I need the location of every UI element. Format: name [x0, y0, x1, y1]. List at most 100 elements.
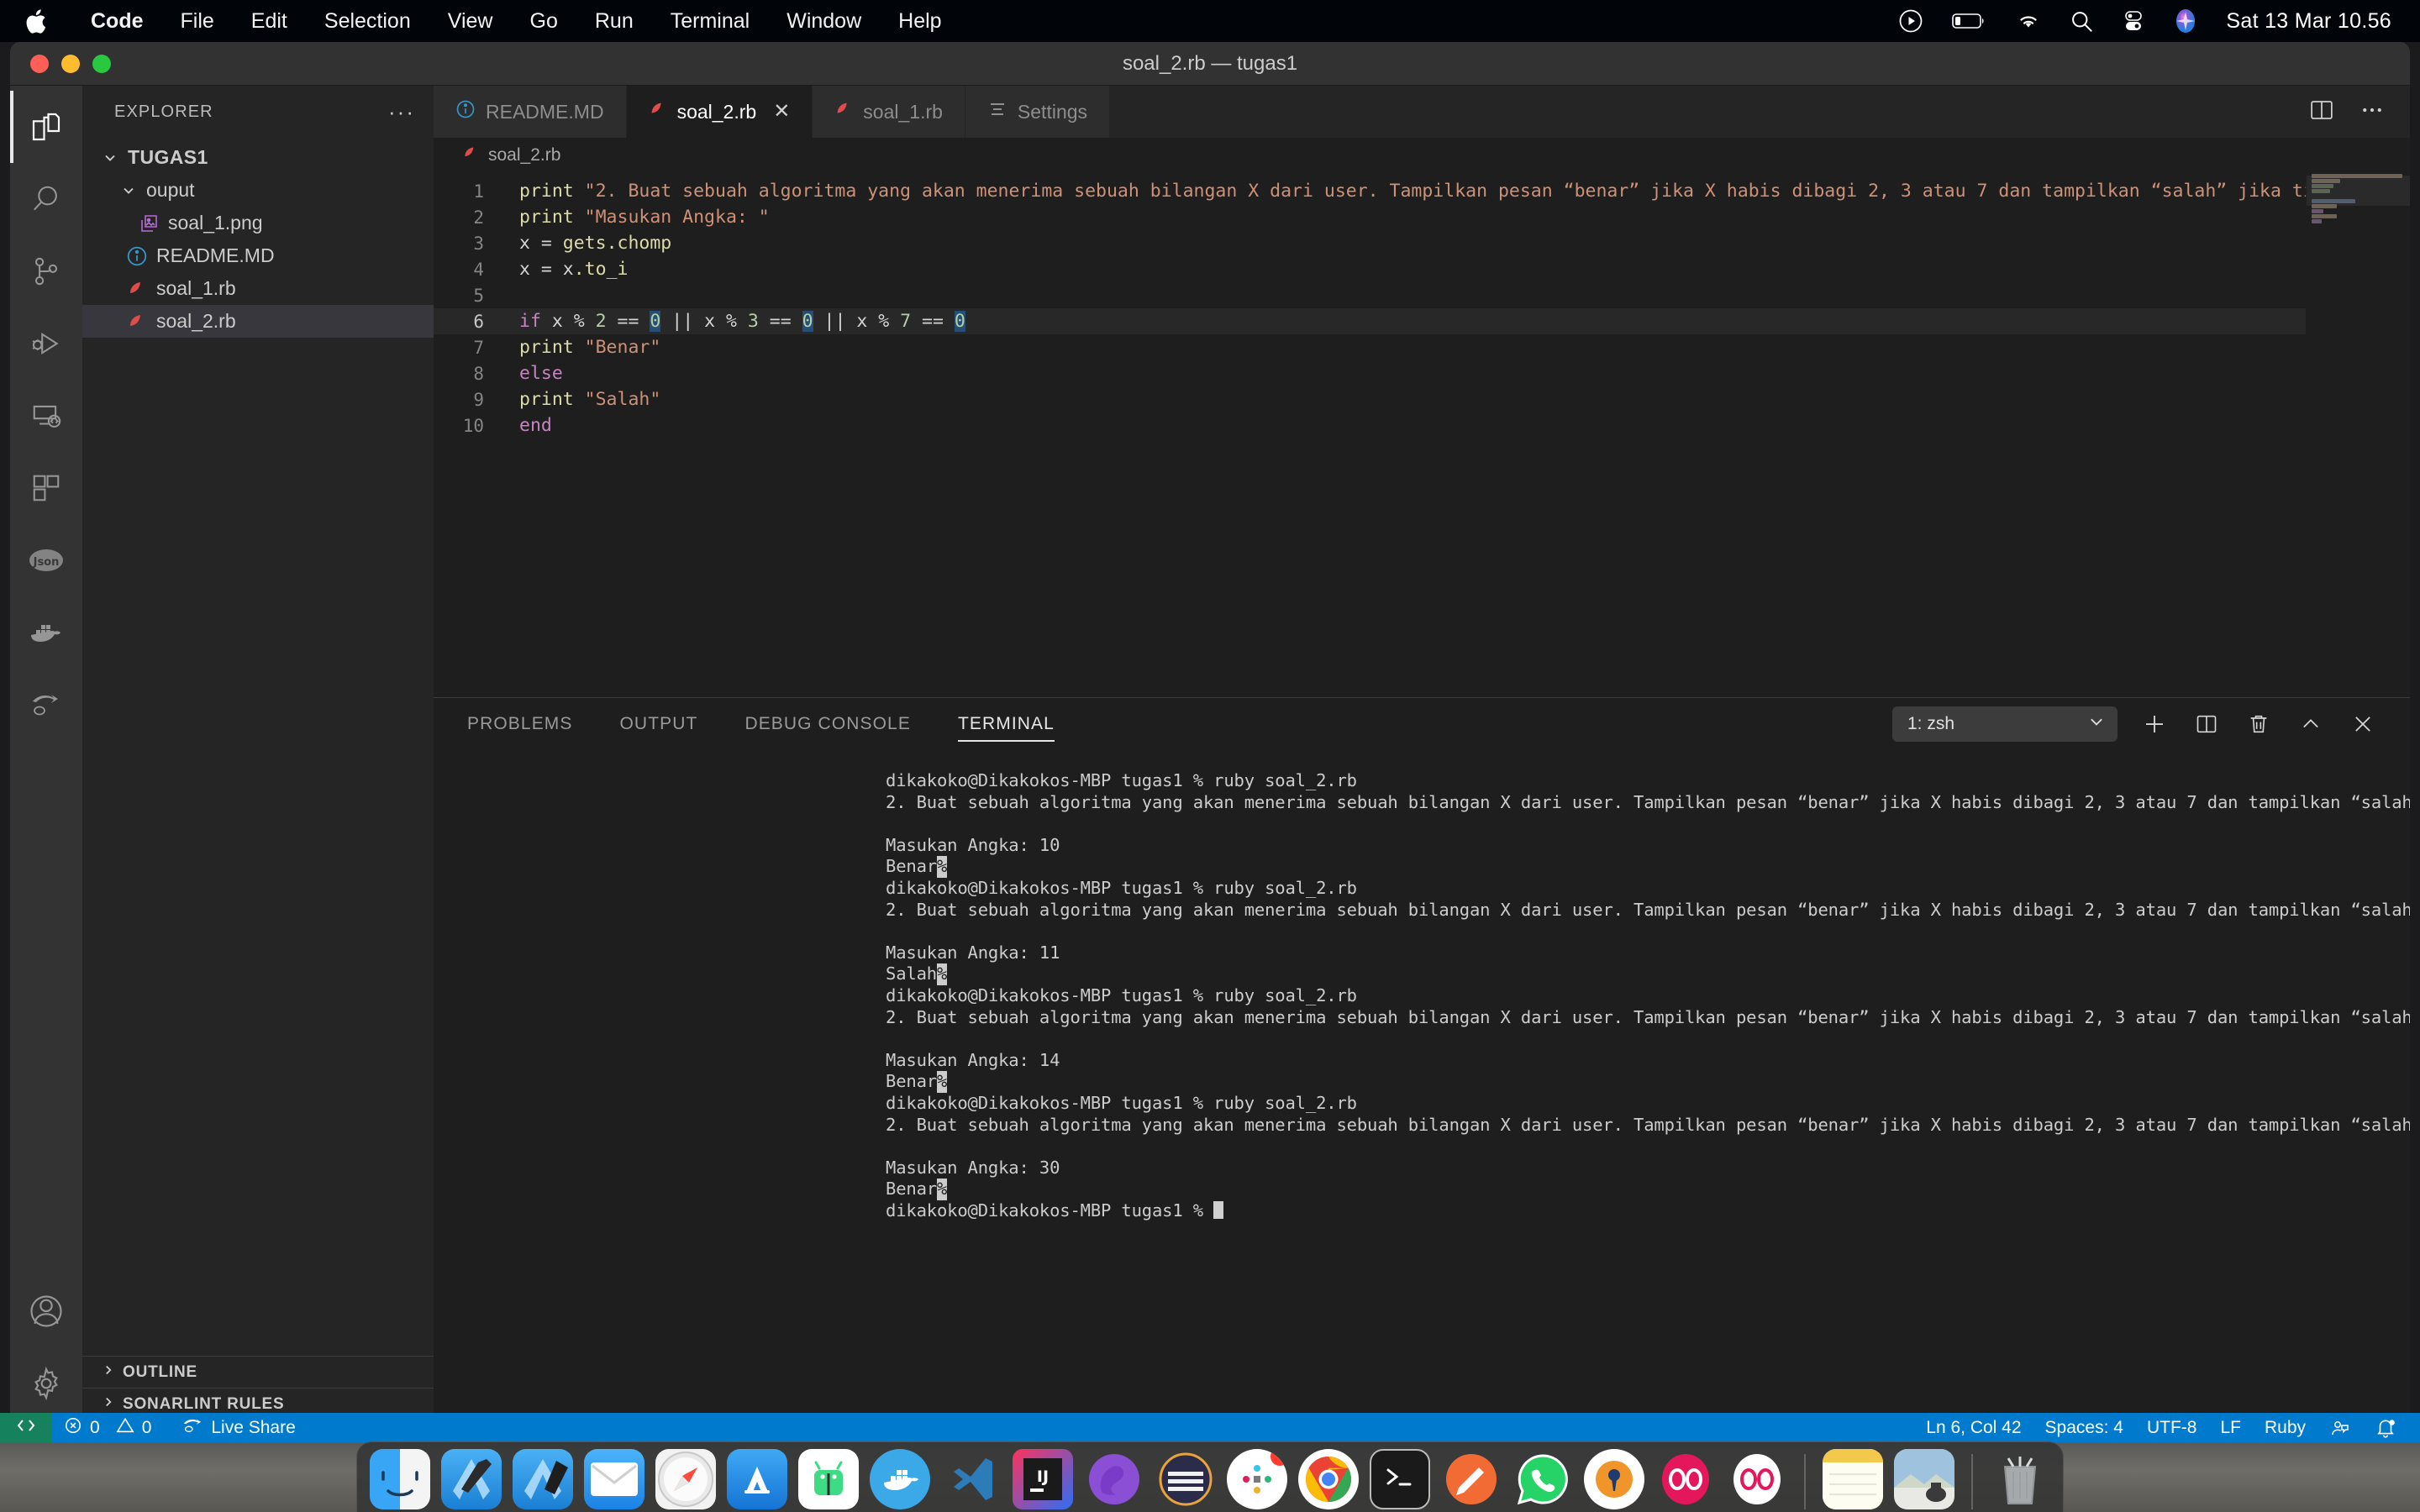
dock-item-terminal[interactable] — [1369, 1449, 1431, 1512]
dock-item-finder[interactable] — [369, 1449, 431, 1512]
kill-terminal-button[interactable] — [2244, 709, 2274, 739]
sidebar-item-explorer[interactable] — [10, 91, 82, 163]
dock-item-keepassxc[interactable] — [1583, 1449, 1645, 1512]
tree-item-soal-1-rb[interactable]: soal_1.rb — [82, 272, 434, 305]
tab-soal-1-rb[interactable]: soal_1.rb — [813, 86, 965, 138]
manage-settings-button[interactable] — [10, 1347, 82, 1420]
ellipsis-icon[interactable] — [2360, 97, 2385, 127]
sidebar-item-search[interactable] — [10, 163, 82, 235]
code-editor[interactable]: 1 print "2. Buat sebuah algoritma yang ak… — [434, 173, 2410, 697]
search-icon — [30, 183, 62, 215]
dock-item-trash[interactable] — [1989, 1449, 2051, 1512]
tree-item-ouput[interactable]: ouput — [82, 174, 434, 207]
dock-item-xcode[interactable] — [440, 1449, 502, 1512]
tab-problems[interactable]: PROBLEMS — [467, 698, 597, 750]
tab-output[interactable]: OUTPUT — [597, 698, 722, 750]
menu-file[interactable]: File — [162, 9, 233, 34]
menu-view[interactable]: View — [429, 9, 512, 34]
dock-item-android-studio[interactable] — [797, 1449, 860, 1512]
dock-item-mail[interactable] — [583, 1449, 645, 1512]
spotlight-search-icon[interactable] — [2070, 9, 2093, 33]
tree-item-soal-2-rb[interactable]: soal_2.rb — [82, 305, 434, 338]
minimap-slider[interactable] — [2307, 176, 2410, 206]
tab-terminal[interactable]: TERMINAL — [934, 698, 1078, 750]
tree-item-tugas1[interactable]: TUGAS1 — [82, 141, 434, 174]
menu-edit[interactable]: Edit — [233, 9, 306, 34]
close-window-button[interactable] — [30, 54, 49, 73]
wifi-icon[interactable] — [2016, 11, 2041, 31]
dock-item-moo-white[interactable] — [1726, 1449, 1788, 1512]
menu-run[interactable]: Run — [576, 9, 652, 34]
tree-item-soal-1-png[interactable]: soal_1.png — [82, 207, 434, 239]
tree-item-readme[interactable]: README.MD — [82, 239, 434, 272]
menu-go[interactable]: Go — [512, 9, 576, 34]
sidebar-item-run-and-debug[interactable] — [10, 307, 82, 380]
menu-help[interactable]: Help — [880, 9, 960, 34]
sidebar-item-live-share[interactable] — [10, 669, 82, 741]
dock-item-xcode-beta[interactable] — [512, 1449, 574, 1512]
error-icon — [64, 1416, 82, 1440]
control-center-icon[interactable] — [2122, 9, 2145, 33]
feedback-icon[interactable] — [2317, 1418, 2363, 1438]
maximize-panel-button[interactable] — [2296, 709, 2326, 739]
language-status[interactable]: Ruby — [2253, 1418, 2317, 1438]
split-terminal-button[interactable] — [2191, 709, 2222, 739]
split-editor-icon[interactable] — [2309, 97, 2334, 127]
maximize-window-button[interactable] — [92, 54, 111, 73]
dock-item-chrome[interactable] — [1297, 1449, 1360, 1512]
control-center-play-icon[interactable] — [1898, 8, 1923, 34]
breadcrumb[interactable]: soal_2.rb — [434, 138, 2410, 173]
dock-item-intellij-idea[interactable]: IJ — [1012, 1449, 1074, 1512]
menu-selection[interactable]: Selection — [306, 9, 429, 34]
tab-soal-2-rb[interactable]: soal_2.rb ✕ — [626, 86, 813, 138]
dock-item-vs-code[interactable] — [940, 1449, 1002, 1512]
sidebar-item-extensions[interactable] — [10, 452, 82, 524]
dock-item-postman[interactable] — [1083, 1449, 1145, 1512]
sidebar-item-json-tools[interactable]: Json — [10, 524, 82, 596]
dock-item-notes[interactable] — [1822, 1449, 1884, 1512]
sidebar-item-docker[interactable] — [10, 596, 82, 669]
bell-dot-icon[interactable] — [2363, 1417, 2408, 1439]
encoding-status[interactable]: UTF-8 — [2135, 1418, 2209, 1438]
menu-bar-clock[interactable]: Sat 13 Mar 10.56 — [2226, 9, 2391, 34]
menu-window[interactable]: Window — [768, 9, 880, 34]
chevron-down-icon[interactable] — [97, 150, 123, 166]
dock-item-app-store[interactable] — [726, 1449, 788, 1512]
explorer-more-actions-icon[interactable]: ··· — [388, 101, 415, 123]
dock-item-insomnia[interactable] — [1155, 1449, 1217, 1512]
terminal-select[interactable]: 1: zsh — [1892, 706, 2118, 742]
close-panel-button[interactable] — [2348, 709, 2378, 739]
terminal-view[interactable]: dikakoko@Dikakokos-MBP tugas1 % ruby soa… — [434, 750, 2410, 1420]
accounts-button[interactable] — [10, 1275, 82, 1347]
dock-item-slack[interactable] — [1226, 1449, 1288, 1512]
cursor-position[interactable]: Ln 6, Col 42 — [1914, 1418, 2033, 1438]
live-share-button[interactable]: Live Share — [163, 1416, 307, 1440]
outline-panel-header[interactable]: OUTLINE — [82, 1356, 434, 1388]
menu-code[interactable]: Code — [72, 9, 162, 34]
menu-terminal[interactable]: Terminal — [652, 9, 768, 34]
battery-icon[interactable] — [1952, 12, 1987, 30]
problems-status[interactable]: 0 0 — [52, 1416, 163, 1440]
new-terminal-button[interactable] — [2139, 709, 2170, 739]
dock-item-whatsapp[interactable] — [1512, 1449, 1574, 1512]
tab-readme[interactable]: README.MD — [434, 86, 627, 138]
tab-settings[interactable]: Settings — [965, 86, 1111, 138]
dock-item-docker[interactable] — [869, 1449, 931, 1512]
siri-icon[interactable] — [2174, 8, 2197, 34]
chevron-down-icon[interactable] — [116, 182, 141, 199]
apple-logo-icon[interactable] — [25, 8, 47, 34]
dock-item-downloads[interactable] — [1893, 1449, 1955, 1512]
tab-debug-console[interactable]: DEBUG CONSOLE — [721, 698, 934, 750]
close-icon[interactable]: ✕ — [773, 102, 790, 122]
dock-item-postman-alt[interactable] — [1440, 1449, 1502, 1512]
remote-window-button[interactable] — [0, 1413, 52, 1443]
eol-status[interactable]: LF — [2208, 1418, 2253, 1438]
minimize-window-button[interactable] — [61, 54, 80, 73]
editor-scrollbar[interactable] — [2286, 173, 2304, 697]
sidebar-item-source-control[interactable] — [10, 235, 82, 307]
dock-item-safari[interactable] — [655, 1449, 717, 1512]
sidebar-item-remote-explorer[interactable] — [10, 380, 82, 452]
dock-item-moo-pink[interactable] — [1655, 1449, 1717, 1512]
minimap[interactable] — [2306, 173, 2410, 697]
indentation-status[interactable]: Spaces: 4 — [2033, 1418, 2135, 1438]
